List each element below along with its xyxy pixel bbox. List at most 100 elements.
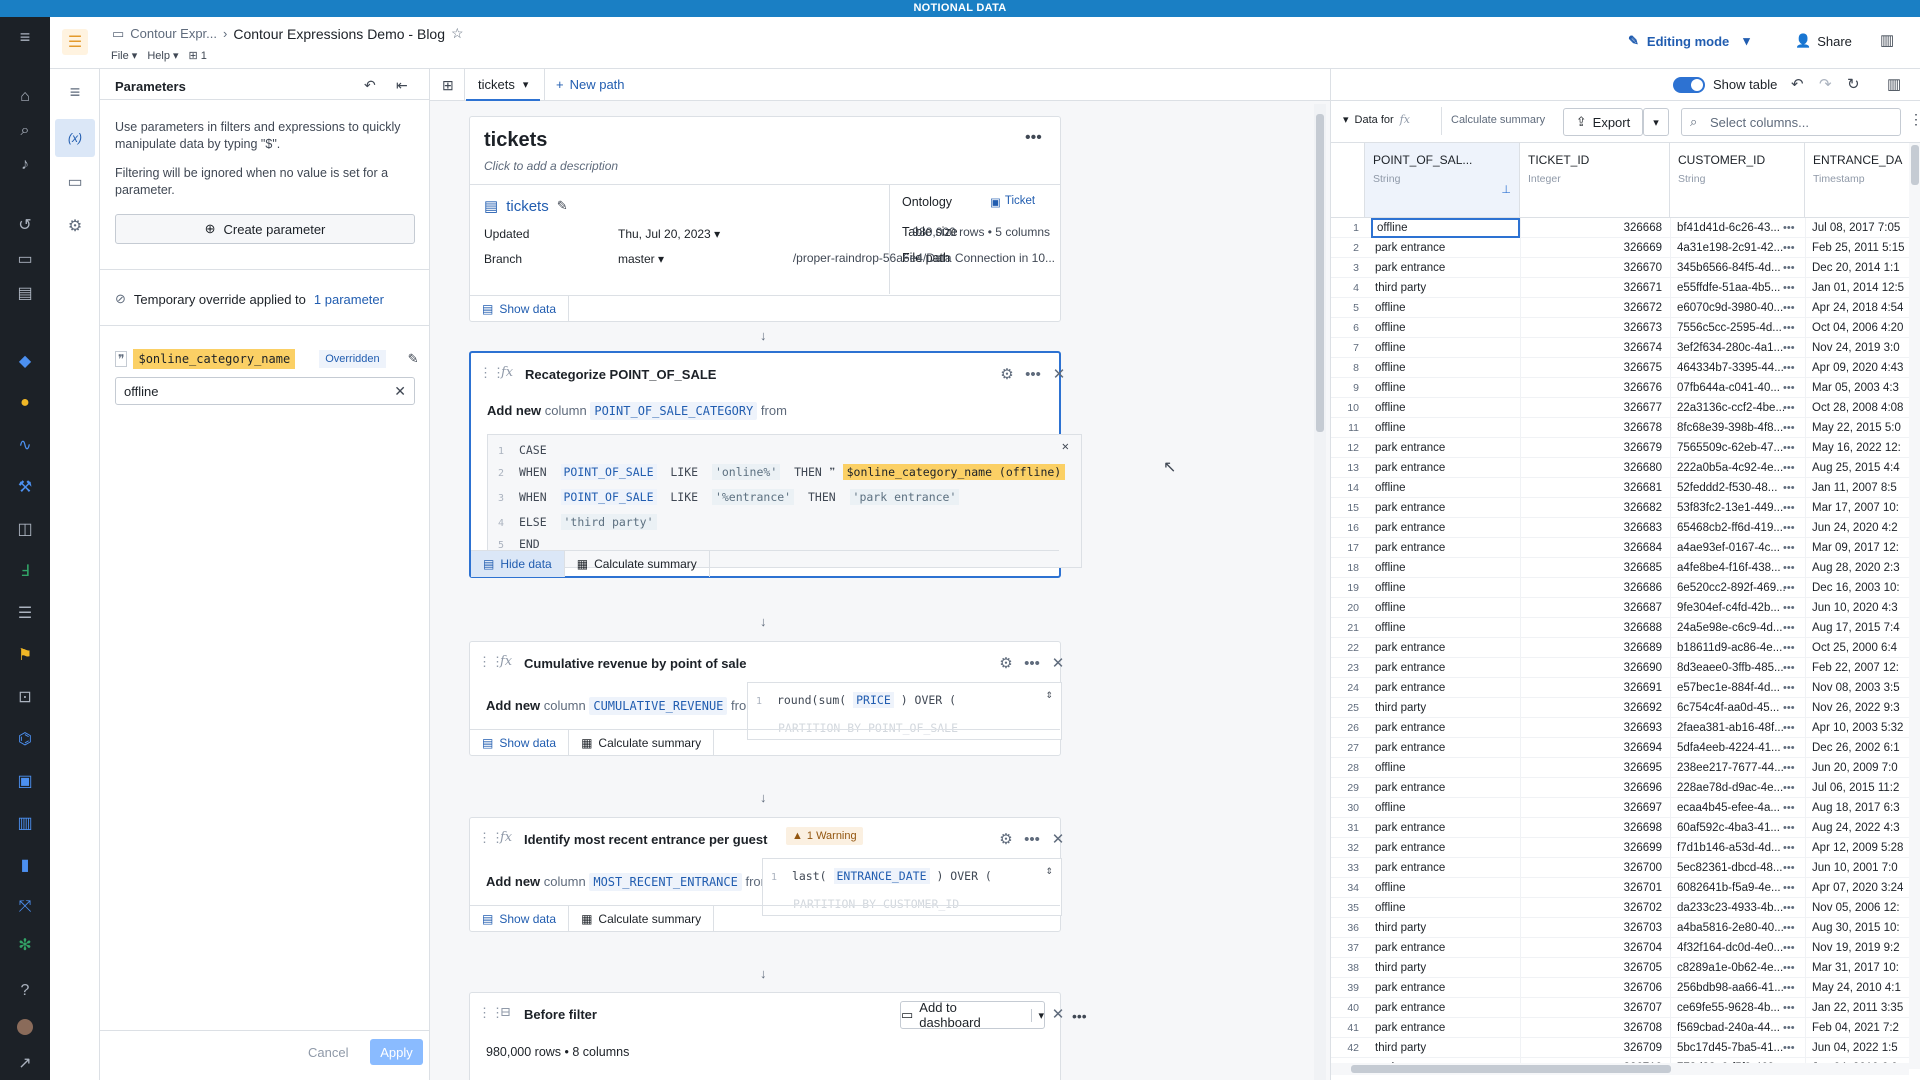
- share-button[interactable]: 👤 Share: [1795, 33, 1852, 49]
- help-icon[interactable]: ?: [0, 977, 50, 1005]
- cell-menu-icon[interactable]: •••: [1783, 218, 1795, 238]
- entrance-date-cell[interactable]: Oct 25, 2000 6:4: [1805, 638, 1909, 658]
- point-of-sale-cell[interactable]: third party: [1371, 958, 1520, 978]
- select-columns-input[interactable]: ⌕ Select columns...: [1681, 108, 1901, 136]
- ticket-id-cell[interactable]: 326686: [1520, 578, 1670, 598]
- parameter-name[interactable]: $online_category_name: [133, 349, 296, 369]
- ticket-id-cell[interactable]: 326690: [1520, 658, 1670, 678]
- expand-editor-icon[interactable]: ⇕: [1046, 863, 1053, 877]
- cell-menu-icon[interactable]: •••: [1783, 478, 1795, 498]
- cumulative-revenue-board[interactable]: ⋮⋮ fx Cumulative revenue by point of sal…: [469, 641, 1064, 756]
- cell-menu-icon[interactable]: •••: [1783, 298, 1795, 318]
- layout-toggle-icon[interactable]: ▥: [1887, 75, 1901, 93]
- table-row[interactable]: 33 park entrance 326700 5ec82361-dbcd-48...…: [1331, 858, 1909, 878]
- cell-menu-icon[interactable]: •••: [1783, 798, 1795, 818]
- calculate-summary-link[interactable]: Calculate summary: [1451, 114, 1545, 126]
- cell-menu-icon[interactable]: •••: [1783, 718, 1795, 738]
- close-icon[interactable]: ✕: [1047, 652, 1069, 674]
- table-row[interactable]: 34 offline 326701 6082641b-f5a9-4e... ••• Apr…: [1331, 878, 1909, 898]
- entrance-date-cell[interactable]: Feb 25, 2011 5:15: [1805, 238, 1909, 258]
- network-app-icon[interactable]: ⌬: [0, 725, 50, 753]
- dataset-name[interactable]: tickets: [506, 198, 549, 215]
- column-header-point-of-sale[interactable]: POINT_OF_SAL... String ⊥: [1365, 143, 1520, 218]
- point-of-sale-cell[interactable]: park entrance: [1371, 1018, 1520, 1038]
- chevron-down-icon[interactable]: ▾: [1031, 1008, 1044, 1022]
- entrance-date-cell[interactable]: Aug 30, 2015 10:: [1805, 918, 1909, 938]
- page-title[interactable]: Contour Expressions Demo - Blog: [233, 26, 445, 42]
- table-row[interactable]: 35 offline 326702 da233c23-4933-4b... ••• Nov…: [1331, 898, 1909, 918]
- point-of-sale-cell[interactable]: third party: [1371, 918, 1520, 938]
- point-of-sale-cell[interactable]: offline: [1371, 398, 1520, 418]
- entrance-date-cell[interactable]: Jan 11, 2007 8:5: [1805, 478, 1909, 498]
- point-of-sale-cell[interactable]: offline: [1371, 618, 1520, 638]
- ticket-id-cell[interactable]: 326677: [1520, 398, 1670, 418]
- entrance-date-cell[interactable]: May 22, 2015 5:0: [1805, 418, 1909, 438]
- refresh-icon[interactable]: ↻: [1847, 75, 1860, 93]
- ticket-id-cell[interactable]: 326671: [1520, 278, 1670, 298]
- expression-editor[interactable]: ✕ 1 CASE 2 WHEN POINT_OF_SALE LIKE 'onli…: [487, 434, 1082, 568]
- ticket-id-cell[interactable]: 326708: [1520, 1018, 1670, 1038]
- cell-menu-icon[interactable]: •••: [1783, 998, 1795, 1018]
- flag-app-icon[interactable]: ⚑: [0, 641, 50, 669]
- ticket-id-cell[interactable]: 326691: [1520, 678, 1670, 698]
- point-of-sale-cell[interactable]: third party: [1371, 698, 1520, 718]
- cell-menu-icon[interactable]: •••: [1783, 1018, 1795, 1038]
- table-view-icon[interactable]: ⊞: [442, 77, 454, 94]
- entrance-date-cell[interactable]: Aug 18, 2017 6:3: [1805, 798, 1909, 818]
- ticket-id-cell[interactable]: 326668: [1520, 218, 1670, 238]
- point-of-sale-cell[interactable]: offline: [1371, 218, 1520, 238]
- warning-badge[interactable]: ▲ 1 Warning: [786, 827, 863, 845]
- table-row[interactable]: 17 park entrance 326684 a4ae93ef-0167-4c...…: [1331, 538, 1909, 558]
- table-row[interactable]: 29 park entrance 326696 228ae78d-d9ac-4e...…: [1331, 778, 1909, 798]
- settings-gear-icon[interactable]: ⚙: [55, 207, 95, 245]
- point-of-sale-cell[interactable]: park entrance: [1371, 998, 1520, 1018]
- table-row[interactable]: 10 offline 326677 22a3136c-ccf2-4be... ••• Oc…: [1331, 398, 1909, 418]
- table-row[interactable]: 27 park entrance 326694 5dfa4eeb-4224-41...…: [1331, 738, 1909, 758]
- entrance-date-cell[interactable]: Feb 22, 2007 12:: [1805, 658, 1909, 678]
- entrance-date-cell[interactable]: May 16, 2022 12:: [1805, 438, 1909, 458]
- point-of-sale-cell[interactable]: park entrance: [1371, 498, 1520, 518]
- more-vertical-icon[interactable]: ⋮: [1909, 111, 1920, 128]
- ticket-id-cell[interactable]: 326684: [1520, 538, 1670, 558]
- cell-menu-icon[interactable]: •••: [1783, 678, 1795, 698]
- menu-collapse-icon[interactable]: ≡: [0, 23, 50, 51]
- more-options-icon[interactable]: •••: [1072, 1008, 1087, 1024]
- entrance-date-cell[interactable]: Mar 05, 2003 4:3: [1805, 378, 1909, 398]
- table-row[interactable]: 31 park entrance 326698 60af592c-4ba3-41...…: [1331, 818, 1909, 838]
- ticket-id-cell[interactable]: 326707: [1520, 998, 1670, 1018]
- cell-menu-icon[interactable]: •••: [1783, 598, 1795, 618]
- board-title[interactable]: Cumulative revenue by point of sale: [524, 656, 747, 671]
- ticket-id-cell[interactable]: 326698: [1520, 818, 1670, 838]
- calculate-summary-button[interactable]: ▦ Calculate summary: [569, 905, 715, 932]
- point-of-sale-cell[interactable]: park entrance: [1371, 438, 1520, 458]
- ticket-id-cell[interactable]: 326675: [1520, 358, 1670, 378]
- cell-menu-icon[interactable]: •••: [1783, 458, 1795, 478]
- ticket-id-cell[interactable]: 326705: [1520, 958, 1670, 978]
- entrance-date-cell[interactable]: Mar 17, 2007 10:: [1805, 498, 1909, 518]
- entrance-date-cell[interactable]: Nov 24, 2019 3:0: [1805, 338, 1909, 358]
- hammer-app-icon[interactable]: ⚒: [0, 473, 50, 501]
- table-row[interactable]: 12 park entrance 326679 7565509c-62eb-47...…: [1331, 438, 1909, 458]
- parameter-token[interactable]: $online_category_name (offline): [842, 464, 1066, 480]
- entrance-date-cell[interactable]: Jul 08, 2017 7:05: [1805, 218, 1909, 238]
- entrance-date-cell[interactable]: Oct 28, 2008 4:08: [1805, 398, 1909, 418]
- history-icon[interactable]: ↺: [0, 211, 50, 239]
- table-row[interactable]: 41 park entrance 326708 f569cbad-240a-44...…: [1331, 1018, 1909, 1038]
- cell-menu-icon[interactable]: •••: [1783, 1038, 1795, 1058]
- edit-parameter-icon[interactable]: ✎: [408, 351, 419, 367]
- cell-menu-icon[interactable]: •••: [1783, 338, 1795, 358]
- tab-tickets-path[interactable]: tickets ▾: [466, 69, 541, 101]
- cell-menu-icon[interactable]: •••: [1783, 778, 1795, 798]
- table-row[interactable]: 13 park entrance 326680 222a0b5a-4c92-4e...…: [1331, 458, 1909, 478]
- show-table-toggle[interactable]: [1673, 77, 1705, 93]
- point-of-sale-cell[interactable]: offline: [1371, 378, 1520, 398]
- close-icon[interactable]: ✕: [1047, 828, 1069, 850]
- cell-menu-icon[interactable]: •••: [1783, 498, 1795, 518]
- cell-menu-icon[interactable]: •••: [1783, 918, 1795, 938]
- point-of-sale-cell[interactable]: park entrance: [1371, 658, 1520, 678]
- notifications-icon[interactable]: ♪: [0, 151, 50, 179]
- gear-icon[interactable]: ⚙: [995, 652, 1017, 674]
- point-of-sale-cell[interactable]: offline: [1371, 598, 1520, 618]
- point-of-sale-cell[interactable]: park entrance: [1371, 258, 1520, 278]
- layers-app-icon[interactable]: ☰: [0, 599, 50, 627]
